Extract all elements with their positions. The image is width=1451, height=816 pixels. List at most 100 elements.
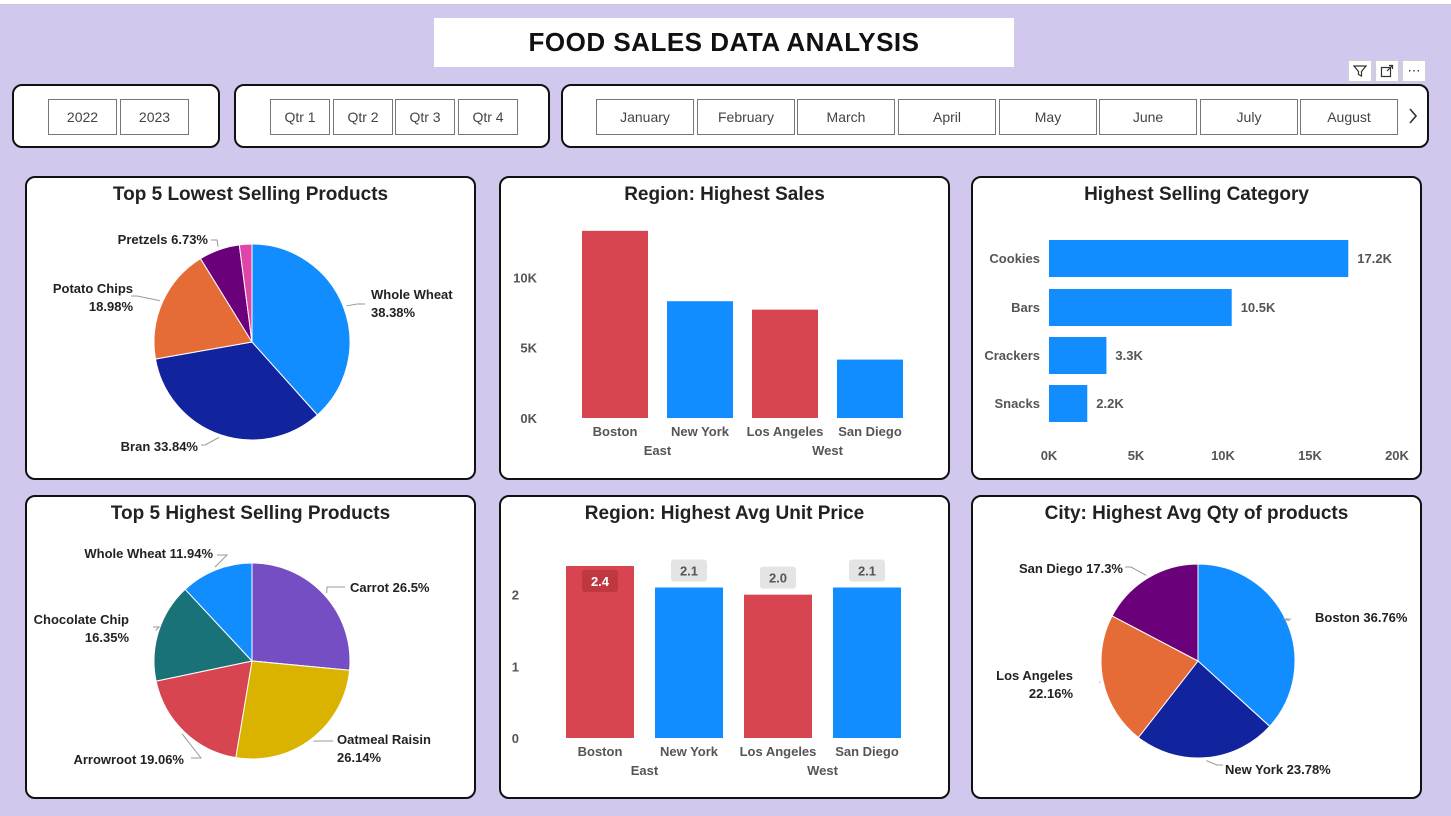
data-label: 2.0 — [769, 571, 787, 586]
slice-percent: 38.38% — [371, 305, 416, 320]
bar-chart: 0K 5K 10K Boston New York Los Angeles San Dieg… — [513, 230, 903, 458]
x-tick-label: Boston — [578, 744, 623, 759]
bar — [1049, 240, 1349, 277]
leader-line — [153, 626, 161, 631]
data-label: 10.5K — [1241, 300, 1276, 315]
y-tick-label: 1 — [512, 659, 519, 674]
region-sales-card: Region: Highest Sales 0K 5K 10K Boston New Y… — [499, 176, 950, 480]
ribbon-strip — [0, 0, 1451, 5]
more-options-icon[interactable]: ⋯ — [1402, 60, 1426, 82]
leader-line — [1125, 566, 1147, 576]
x-group-label: West — [812, 443, 843, 458]
quarter-chip[interactable]: Qtr 4 — [458, 99, 518, 135]
y-tick-label: 10K — [513, 270, 537, 285]
data-label: 2.2K — [1096, 396, 1124, 411]
x-tick-label: 20K — [1385, 448, 1409, 463]
x-group-label: East — [631, 763, 659, 778]
y-tick-label: Crackers — [984, 348, 1040, 363]
pie-slice — [251, 562, 351, 671]
pie-chart: Carrot 26.5% Oatmeal Raisin 26.14% Arrowroo… — [34, 546, 431, 767]
leader-line — [214, 554, 229, 568]
month-chip[interactable]: July — [1200, 99, 1298, 135]
report-title: FOOD SALES DATA ANALYSIS — [528, 27, 920, 57]
month-chip[interactable]: May — [999, 99, 1097, 135]
x-tick-label: New York — [660, 744, 719, 759]
y-tick-label: 5K — [520, 341, 537, 356]
visual-header: ⋯ — [1348, 60, 1426, 82]
slice-label: Los Angeles — [996, 668, 1073, 683]
slice-label: Whole Wheat — [371, 287, 453, 302]
slice-label: Whole Wheat 11.94% — [84, 546, 213, 561]
quarter-chip[interactable]: Qtr 1 — [270, 99, 330, 135]
bar — [582, 230, 648, 418]
slice-label: San Diego 17.3% — [1019, 561, 1123, 576]
leader-line — [346, 303, 365, 307]
scroll-right-icon[interactable] — [1407, 106, 1419, 132]
bar-chart: 0 1 2 2.4 Boston 2.1 New York 2.0 Los Angeles 2.1… — [512, 559, 901, 778]
x-group-label: West — [807, 763, 838, 778]
horizontal-bar-chart: Cookies 17.2K Bars 10.5K Crackers 3.3K Snacks 2… — [984, 240, 1410, 463]
leader-line — [201, 437, 220, 446]
report-title-box: FOOD SALES DATA ANALYSIS — [434, 18, 1014, 67]
category-card: Highest Selling Category Cookies 17.2K Bar… — [971, 176, 1422, 480]
quarter-slicer: Qtr 1 Qtr 2 Qtr 3 Qtr 4 — [234, 84, 550, 148]
slice-percent: 26.14% — [337, 750, 382, 765]
data-label: 2.1 — [858, 564, 876, 579]
y-tick-label: 2 — [512, 588, 519, 603]
x-tick-label: 15K — [1298, 448, 1322, 463]
slice-label: Carrot 26.5% — [350, 580, 430, 595]
slice-percent: 16.35% — [85, 630, 130, 645]
bar — [1049, 289, 1232, 326]
year-chip[interactable]: 2023 — [120, 99, 189, 135]
month-chip[interactable]: February — [697, 99, 795, 135]
filter-icon[interactable] — [1348, 60, 1372, 82]
slice-label: Boston 36.76% — [1315, 610, 1408, 625]
x-tick-label: Los Angeles — [740, 744, 817, 759]
slice-label: Oatmeal Raisin — [337, 732, 431, 747]
region-price-card: Region: Highest Avg Unit Price 0 1 2 2.4 Bos… — [499, 495, 950, 799]
month-chip[interactable]: August — [1300, 99, 1398, 135]
slice-percent: 18.98% — [89, 299, 134, 314]
year-slicer: 2022 2023 — [12, 84, 220, 148]
month-chip[interactable]: January — [596, 99, 694, 135]
data-label: 2.4 — [591, 574, 610, 589]
month-chip[interactable]: April — [898, 99, 996, 135]
pie-slice — [235, 660, 351, 760]
x-group-label: East — [644, 443, 672, 458]
quarter-chip[interactable]: Qtr 2 — [333, 99, 393, 135]
y-tick-label: Bars — [1011, 300, 1040, 315]
x-tick-label: Boston — [593, 424, 638, 439]
y-tick-label: 0 — [512, 731, 519, 746]
slice-label: Bran 33.84% — [121, 439, 199, 454]
bar — [667, 301, 733, 418]
leader-line — [1206, 760, 1223, 766]
quarter-chip[interactable]: Qtr 3 — [395, 99, 455, 135]
pie-chart: Whole Wheat 38.38% Bran 33.84% Potato Chips… — [53, 232, 453, 454]
x-tick-label: 10K — [1211, 448, 1235, 463]
slice-label: Potato Chips — [53, 281, 133, 296]
slice-label: Arrowroot 19.06% — [73, 752, 184, 767]
bar — [837, 359, 903, 418]
month-slicer: January February March April May June Ju… — [561, 84, 1429, 148]
x-tick-label: New York — [671, 424, 730, 439]
pie-chart: Boston 36.76% New York 23.78% Los Angeles 2… — [996, 561, 1408, 777]
lowest-products-card: Top 5 Lowest Selling Products Whole Whea… — [25, 176, 476, 480]
y-tick-label: 0K — [520, 411, 537, 426]
leader-line — [211, 239, 219, 247]
month-chip[interactable]: June — [1099, 99, 1197, 135]
leader-line — [131, 295, 160, 302]
focus-mode-icon[interactable] — [1375, 60, 1399, 82]
x-tick-label: San Diego — [838, 424, 902, 439]
leader-line — [326, 586, 345, 594]
y-tick-label: Snacks — [994, 396, 1040, 411]
bar — [744, 594, 812, 738]
data-label: 3.3K — [1115, 348, 1143, 363]
year-chip[interactable]: 2022 — [48, 99, 117, 135]
x-tick-label: Los Angeles — [747, 424, 824, 439]
x-tick-label: San Diego — [835, 744, 899, 759]
bar — [655, 587, 723, 738]
data-label: 17.2K — [1357, 251, 1392, 266]
highest-products-card: Top 5 Highest Selling Products Carrot 26… — [25, 495, 476, 799]
month-chip[interactable]: March — [797, 99, 895, 135]
slice-percent: 22.16% — [1029, 686, 1074, 701]
